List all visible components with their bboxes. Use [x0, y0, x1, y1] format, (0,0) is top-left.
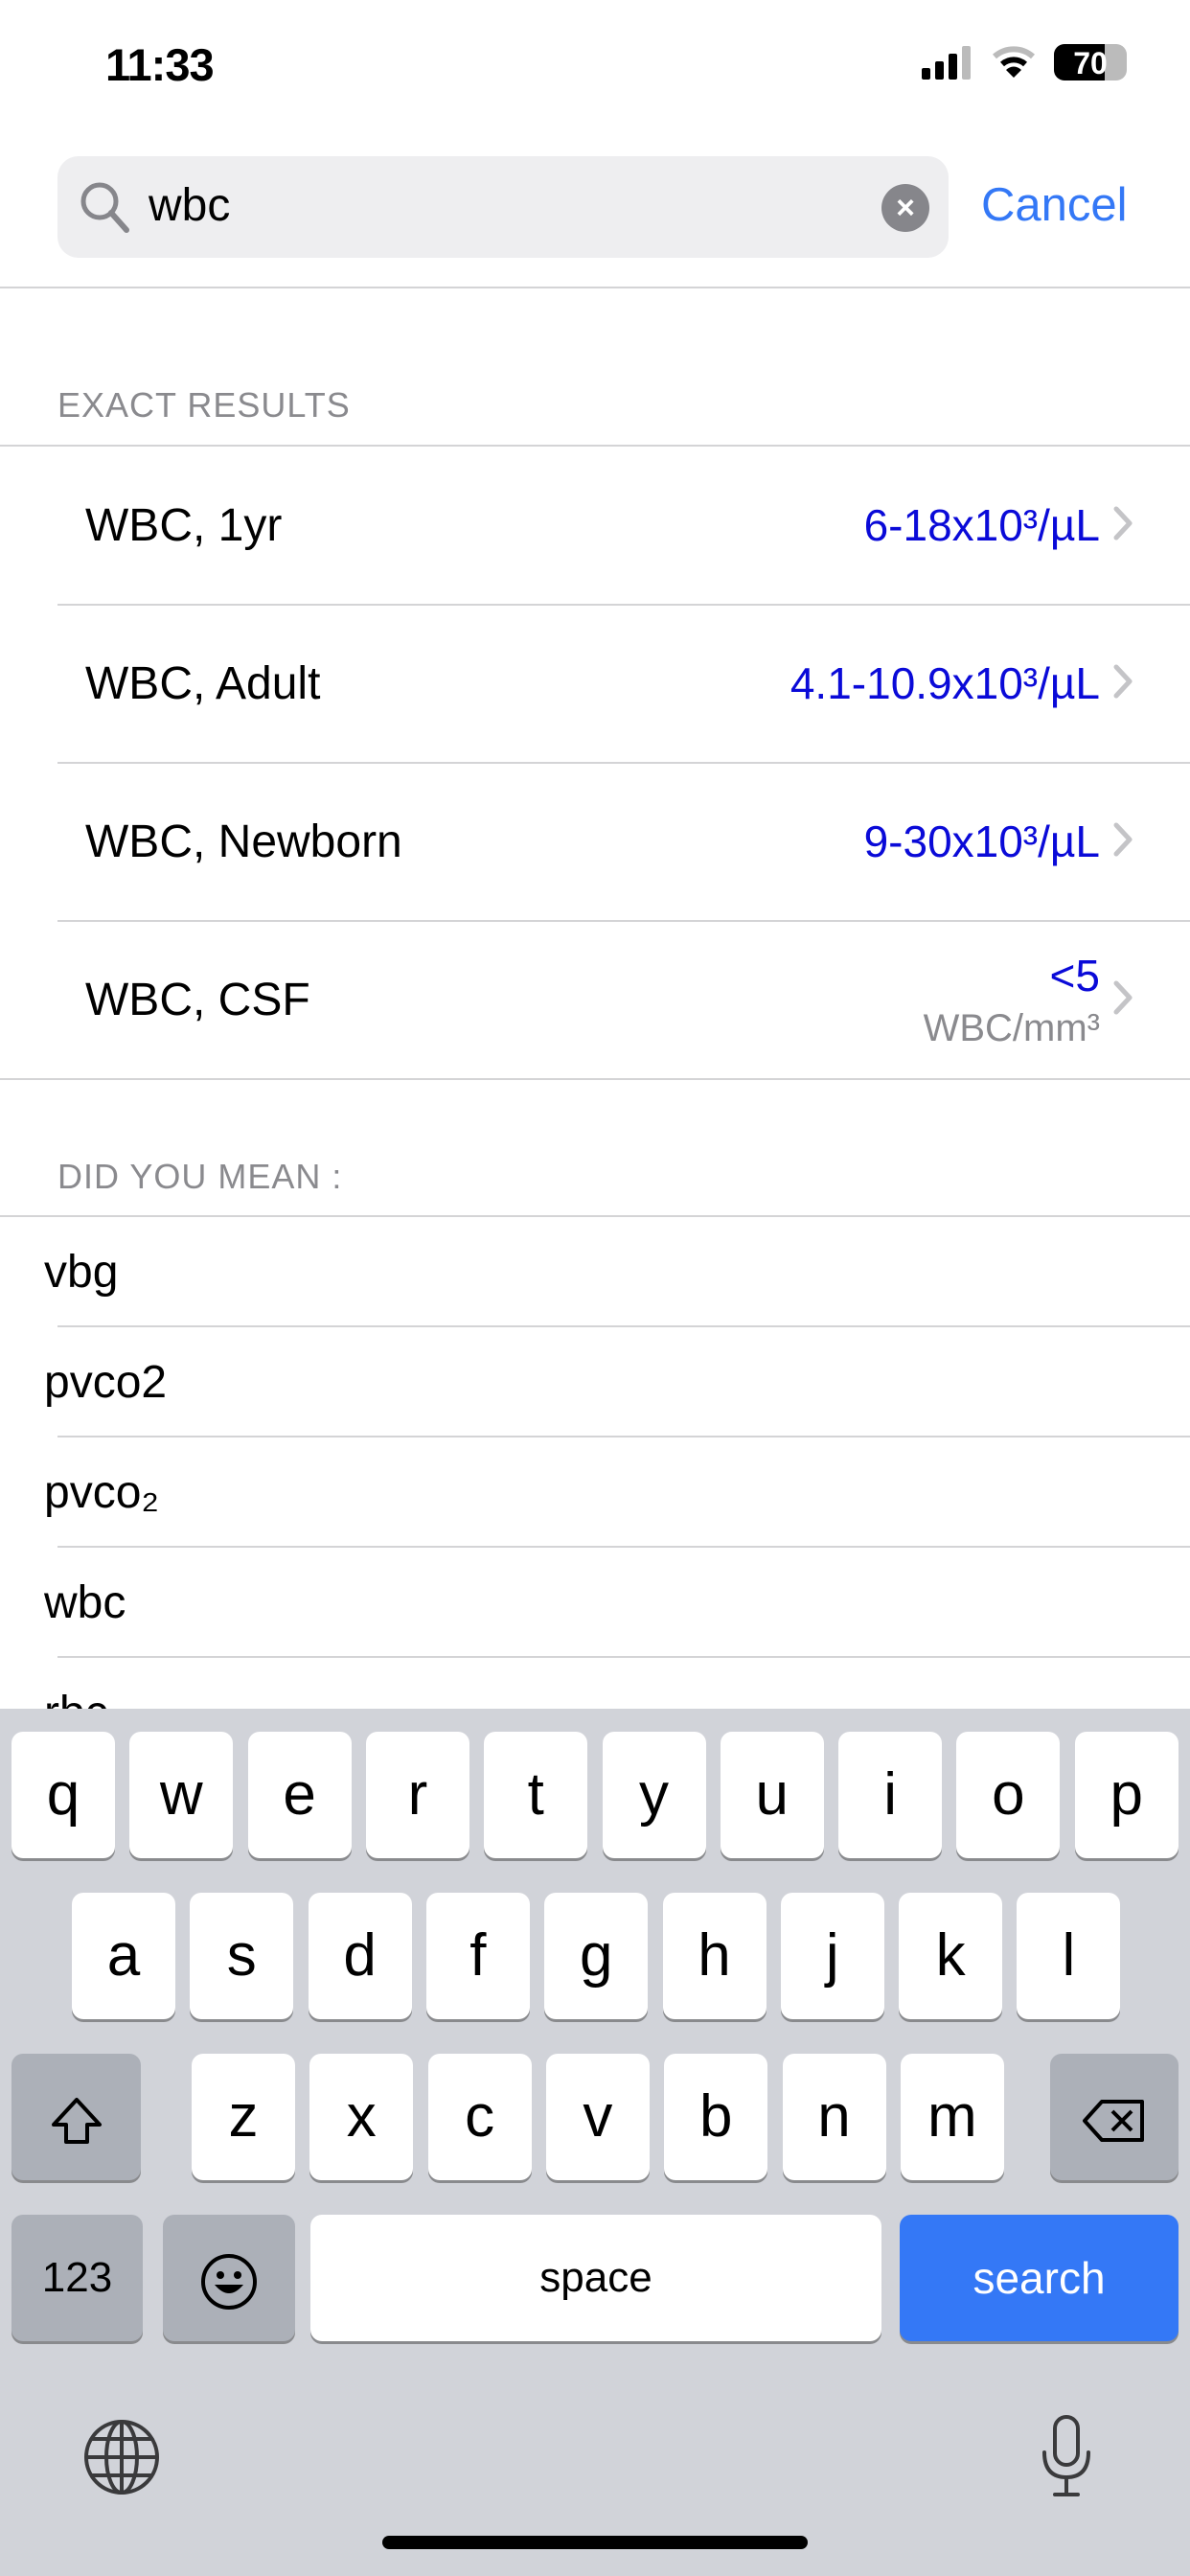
- wifi-icon: [993, 46, 1035, 78]
- suggestion-item[interactable]: pvco₂: [0, 1438, 1190, 1548]
- key-e[interactable]: e: [247, 1732, 352, 1858]
- search-input[interactable]: wbc ×: [57, 156, 949, 258]
- key-x[interactable]: x: [309, 2054, 414, 2180]
- suggestion-item[interactable]: vbg: [0, 1217, 1190, 1327]
- chevron-right-icon: [1113, 980, 1133, 1015]
- result-row[interactable]: WBC, Newborn 9-30x10³/µL: [0, 763, 1190, 921]
- globe-icon[interactable]: [82, 2418, 161, 2501]
- suggestion-label: vbg: [44, 1247, 119, 1298]
- space-key[interactable]: space: [310, 2215, 881, 2341]
- result-label: WBC, 1yr: [85, 500, 283, 551]
- delete-icon: [1083, 2099, 1144, 2142]
- result-value: 9-30x10³/µL: [863, 816, 1100, 866]
- suggestion-item[interactable]: pvco2: [0, 1327, 1190, 1438]
- battery-icon: 70: [1054, 44, 1127, 80]
- divider: [0, 1078, 1190, 1080]
- result-row[interactable]: WBC, CSF <5 WBC/mm³: [0, 921, 1190, 1079]
- key-y[interactable]: y: [602, 1732, 706, 1858]
- result-value: 4.1-10.9x10³/µL: [790, 658, 1100, 708]
- key-t[interactable]: t: [484, 1732, 588, 1858]
- shift-key[interactable]: [11, 2054, 141, 2180]
- key-a[interactable]: a: [72, 1893, 175, 2019]
- result-value: <5: [1049, 951, 1100, 1000]
- emoji-icon: [201, 2253, 257, 2310]
- result-row[interactable]: WBC, 1yr 6-18x10³/µL: [0, 447, 1190, 605]
- key-q[interactable]: q: [11, 1732, 115, 1858]
- chevron-right-icon: [1113, 664, 1133, 699]
- key-j[interactable]: j: [780, 1893, 884, 2019]
- key-o[interactable]: o: [956, 1732, 1061, 1858]
- key-i[interactable]: i: [838, 1732, 943, 1858]
- key-w[interactable]: w: [129, 1732, 234, 1858]
- key-z[interactable]: z: [192, 2054, 295, 2180]
- suggestion-label: pvco2: [44, 1357, 168, 1408]
- result-row[interactable]: WBC, Adult 4.1-10.9x10³/µL: [0, 605, 1190, 763]
- divider: [0, 287, 1190, 288]
- key-l[interactable]: l: [1017, 1893, 1121, 2019]
- cancel-button[interactable]: Cancel: [981, 178, 1128, 232]
- key-v[interactable]: v: [545, 2054, 650, 2180]
- key-k[interactable]: k: [899, 1893, 1003, 2019]
- result-value: 6-18x10³/µL: [863, 500, 1100, 550]
- shift-icon: [51, 2097, 102, 2144]
- key-c[interactable]: c: [427, 2054, 532, 2180]
- chevron-right-icon: [1113, 506, 1133, 540]
- status-time: 11:33: [105, 39, 215, 90]
- status-icons: 70: [922, 44, 1127, 80]
- key-g[interactable]: g: [544, 1893, 649, 2019]
- search-key[interactable]: search: [900, 2215, 1179, 2341]
- did-you-mean-header: DID YOU MEAN :: [57, 1157, 343, 1196]
- signal-icon: [922, 46, 971, 80]
- key-f[interactable]: f: [425, 1893, 530, 2019]
- clear-icon[interactable]: ×: [881, 184, 929, 232]
- battery-level: 70: [1073, 46, 1108, 80]
- suggestion-label: pvco₂: [44, 1467, 160, 1518]
- result-label: WBC, Adult: [85, 658, 321, 709]
- delete-key[interactable]: [1050, 2054, 1179, 2180]
- key-n[interactable]: n: [782, 2054, 886, 2180]
- home-indicator[interactable]: [382, 2536, 808, 2549]
- key-u[interactable]: u: [720, 1732, 824, 1858]
- key-b[interactable]: b: [664, 2054, 768, 2180]
- suggestion-item[interactable]: wbc: [0, 1548, 1190, 1658]
- search-query[interactable]: wbc: [149, 179, 230, 232]
- numbers-key[interactable]: 123: [11, 2215, 143, 2341]
- result-unit: WBC/mm³: [923, 1007, 1100, 1049]
- keyboard: q w e r t y u i o p a s d f g h j k l z x c v b n m 123 space search: [0, 1709, 1190, 2576]
- key-s[interactable]: s: [190, 1893, 294, 2019]
- microphone-icon[interactable]: [1040, 2414, 1093, 2505]
- emoji-key[interactable]: [163, 2215, 295, 2341]
- key-r[interactable]: r: [365, 1732, 469, 1858]
- chevron-right-icon: [1113, 822, 1133, 857]
- search-icon: [80, 182, 129, 233]
- exact-results-header: EXACT RESULTS: [57, 385, 351, 425]
- result-label: WBC, Newborn: [85, 816, 402, 867]
- suggestion-label: wbc: [44, 1577, 126, 1628]
- key-p[interactable]: p: [1074, 1732, 1179, 1858]
- result-label: WBC, CSF: [85, 975, 310, 1025]
- key-h[interactable]: h: [662, 1893, 767, 2019]
- key-m[interactable]: m: [900, 2054, 1004, 2180]
- key-d[interactable]: d: [308, 1893, 412, 2019]
